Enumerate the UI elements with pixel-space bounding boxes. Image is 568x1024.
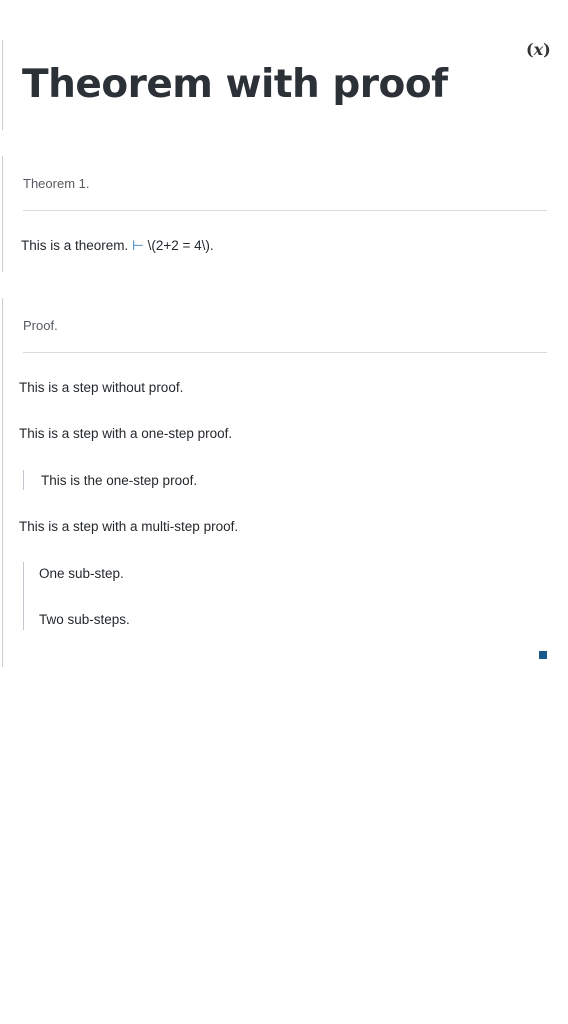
theorem-heading: Theorem 1. <box>23 176 90 191</box>
theorem-statement: This is a theorem. ⊢ \(2+2 = 4\). <box>21 238 214 254</box>
proof-substep: One sub-step. <box>39 566 124 581</box>
proof-card: Proof. This is a step without proof. Thi… <box>2 298 549 667</box>
proof-heading: Proof. <box>23 318 58 333</box>
title-section: Theorem with proof <box>2 40 549 130</box>
theorem-formula: \(2+2 = 4\). <box>147 238 214 253</box>
theorem-divider <box>23 210 547 211</box>
proof-substep: This is the one-step proof. <box>41 473 198 488</box>
theorem-statement-text: This is a theorem. <box>21 238 129 253</box>
proof-step: This is a step with a one-step proof. <box>19 426 233 441</box>
proof-substep: Two sub-steps. <box>39 612 130 627</box>
page-title: Theorem with proof <box>22 62 448 107</box>
multi-step-proof-bar <box>23 562 24 630</box>
qed-icon <box>539 651 547 659</box>
theorem-card: Theorem 1. This is a theorem. ⊢ \(2+2 = … <box>2 156 549 272</box>
proof-step: This is a step with a multi-step proof. <box>19 519 239 534</box>
proof-step: This is a step without proof. <box>19 380 184 395</box>
one-step-proof-bar <box>23 470 24 490</box>
turnstile-icon[interactable]: ⊢ <box>132 238 144 253</box>
proof-divider <box>23 352 547 353</box>
